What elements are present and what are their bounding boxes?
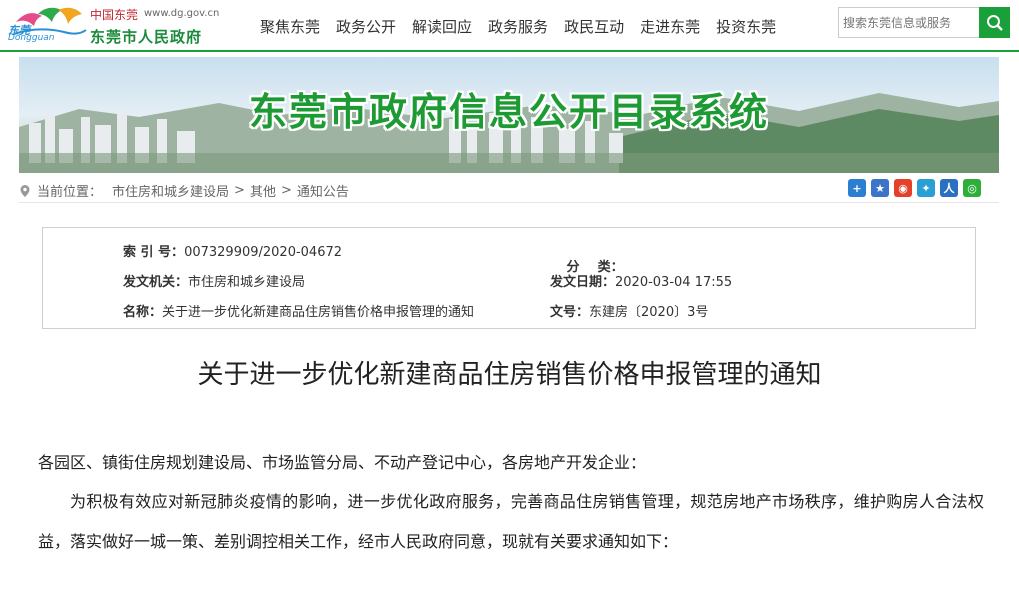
breadcrumb-separator: > xyxy=(280,183,292,198)
search-icon xyxy=(986,14,1003,31)
nav-item-interpretation[interactable]: 解读回应 xyxy=(412,16,472,37)
banner: 东莞市政府信息公开目录系统 xyxy=(19,57,999,173)
meta-date: 发文日期：2020-03-04 17:55 xyxy=(550,271,732,290)
nav-item-about[interactable]: 走进东莞 xyxy=(640,16,700,37)
meta-name: 名称：关于进一步优化新建商品住房销售价格申报管理的通知 xyxy=(123,301,474,320)
meta-issuer-label: 发文机关： xyxy=(123,275,189,290)
article-title: 关于进一步优化新建商品住房销售价格申报管理的通知 xyxy=(197,360,822,390)
plus-icon[interactable]: + xyxy=(848,179,866,197)
site-logo[interactable]: 东莞 Dongguan 中国东莞 www.dg.gov.cn 东莞市人民政府 xyxy=(6,2,232,50)
breadcrumb-item-notice[interactable]: 通知公告 xyxy=(297,181,349,200)
meta-issuer: 发文机关：市住房和城乡建设局 xyxy=(123,271,305,290)
meta-docno-value: 东建房〔2020〕3号 xyxy=(589,305,709,320)
meta-index: 索 引 号：007329909/2020-04672 xyxy=(123,241,342,260)
nav-item-focus[interactable]: 聚焦东莞 xyxy=(260,16,320,37)
search-button[interactable] xyxy=(979,7,1010,38)
logo-china-dongguan: 中国东莞 xyxy=(90,8,139,22)
breadcrumb-bar: 当前位置： 市住房和城乡建设局 > 其他 > 通知公告 + ★ ◉ ✦ 人 ◎ xyxy=(19,175,999,203)
breadcrumb-item-other[interactable]: 其他 xyxy=(250,181,276,200)
breadcrumb: 当前位置： 市住房和城乡建设局 > 其他 > 通知公告 xyxy=(19,181,349,200)
article-addressee: 各园区、镇街住房规划建设局、市场监管分局、不动产登记中心，各房地产开发企业： xyxy=(38,453,647,472)
meta-index-label: 索 引 号： xyxy=(123,245,185,260)
meta-date-value: 2020-03-04 17:55 xyxy=(615,275,733,290)
main-nav: 聚焦东莞 政务公开 解读回应 政务服务 政民互动 走进东莞 投资东莞 xyxy=(252,16,784,37)
location-pin-icon xyxy=(20,184,30,197)
breadcrumb-separator: > xyxy=(234,183,245,198)
document-meta-box: 索 引 号：007329909/2020-04672 分 类： 发文机关：市住房… xyxy=(42,227,976,329)
meta-date-label: 发文日期： xyxy=(550,275,616,290)
share-toolbar: + ★ ◉ ✦ 人 ◎ xyxy=(843,179,981,197)
logo-brand-en-text: Dongguan xyxy=(8,33,55,43)
meta-docno: 文号：东建房〔2020〕3号 xyxy=(550,301,708,320)
renren-icon[interactable]: 人 xyxy=(940,179,958,197)
nav-item-invest[interactable]: 投资东莞 xyxy=(716,16,776,37)
wechat-icon[interactable]: ◎ xyxy=(963,179,981,197)
banner-title: 东莞市政府信息公开目录系统 xyxy=(248,90,769,134)
logo-url: www.dg.gov.cn xyxy=(144,8,220,19)
nav-item-gov-service[interactable]: 政务服务 xyxy=(488,16,548,37)
breadcrumb-prefix: 当前位置： xyxy=(37,185,103,200)
meta-issuer-value: 市住房和城乡建设局 xyxy=(188,275,306,290)
meta-docno-label: 文号： xyxy=(550,305,590,320)
qzone-icon[interactable]: ✦ xyxy=(917,179,935,197)
breadcrumb-item-bureau[interactable]: 市住房和城乡建设局 xyxy=(112,181,229,200)
article-paragraph: 为积极有效应对新冠肺炎疫情的影响，进一步优化政府服务，完善商品住房销售管理，规范… xyxy=(38,492,984,551)
weibo-icon[interactable]: ◉ xyxy=(894,179,912,197)
site-header: 东莞 Dongguan 中国东莞 www.dg.gov.cn 东莞市人民政府 聚… xyxy=(0,0,1019,52)
meta-index-value: 007329909/2020-04672 xyxy=(184,245,343,260)
meta-name-value: 关于进一步优化新建商品住房销售价格申报管理的通知 xyxy=(162,305,475,320)
nav-item-gov-open[interactable]: 政务公开 xyxy=(336,16,396,37)
logo-title: 东莞市人民政府 xyxy=(90,28,203,46)
search-input[interactable] xyxy=(838,7,981,38)
favorite-icon[interactable]: ★ xyxy=(871,179,889,197)
nav-item-interaction[interactable]: 政民互动 xyxy=(564,16,624,37)
meta-name-label: 名称： xyxy=(123,305,163,320)
